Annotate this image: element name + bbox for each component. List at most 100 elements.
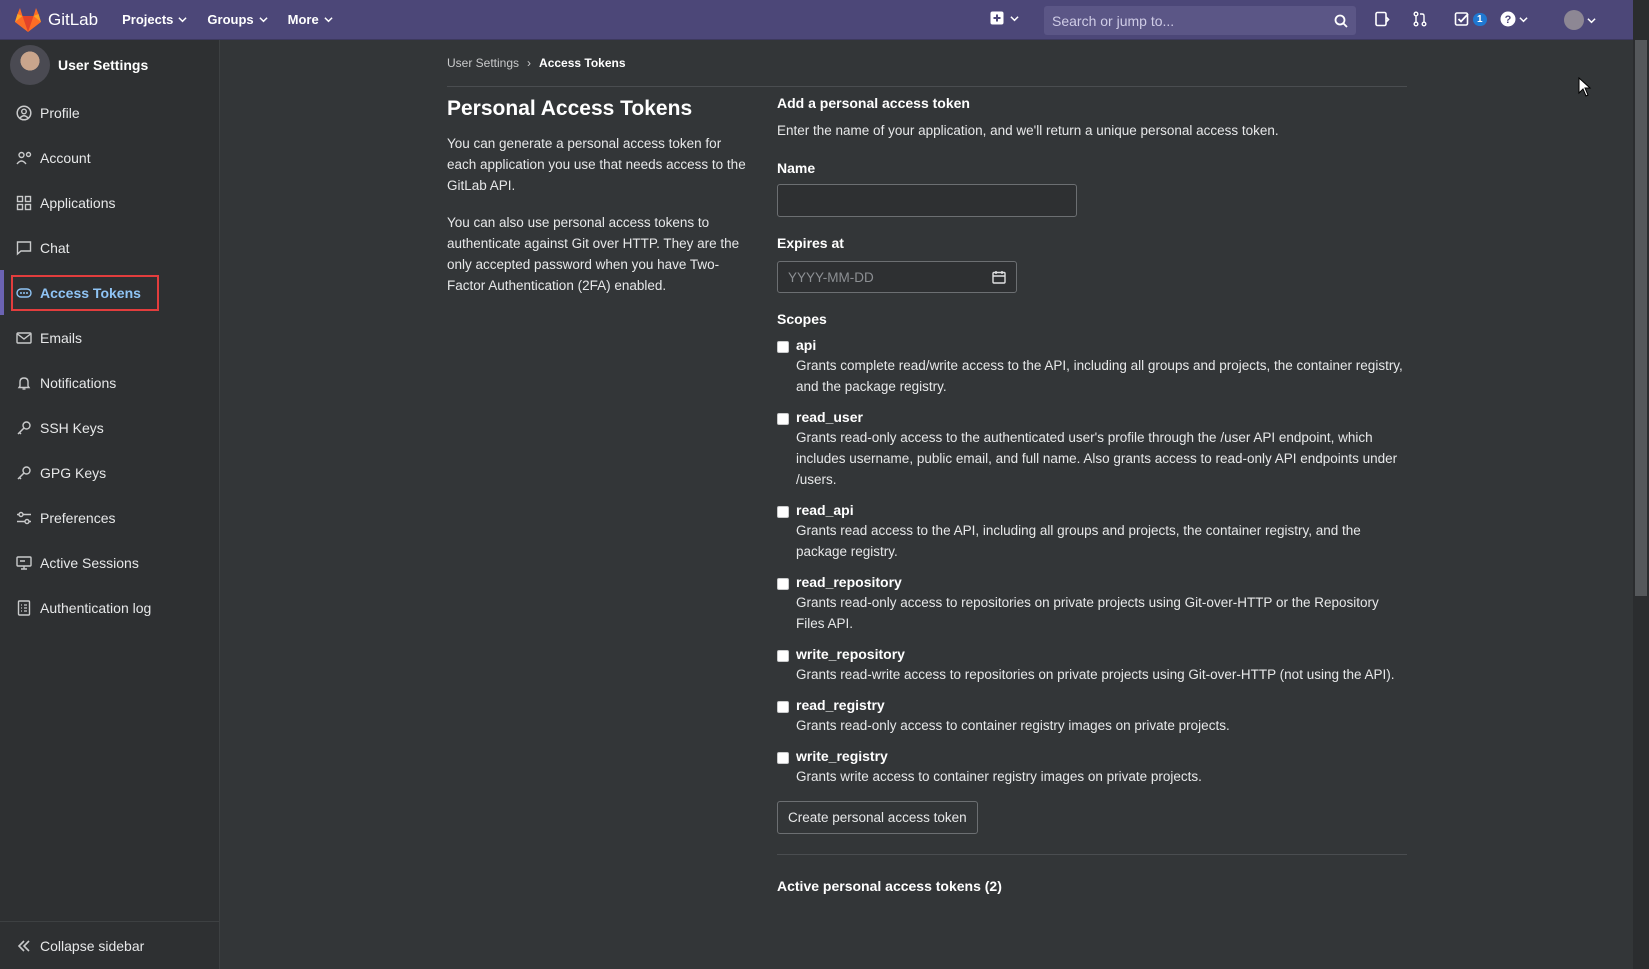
sidebar-item-chat[interactable]: Chat: [0, 225, 219, 270]
chat-icon: [16, 240, 32, 256]
sidebar-item-emails[interactable]: Emails: [0, 315, 219, 360]
sidebar-item-gpg-keys[interactable]: GPG Keys: [0, 450, 219, 495]
scope-read-api: read_api Grants read access to the API, …: [777, 502, 1407, 562]
breadcrumb-current[interactable]: Access Tokens: [539, 56, 626, 86]
page-scrollbar[interactable]: [1633, 0, 1649, 969]
scrollbar-thumb[interactable]: [1635, 40, 1647, 596]
projects-menu[interactable]: Projects: [122, 12, 188, 27]
more-menu[interactable]: More: [288, 12, 333, 27]
expires-at-field[interactable]: YYYY-MM-DD: [777, 261, 1017, 293]
scope-name[interactable]: read_repository: [796, 574, 1407, 590]
mail-icon: [16, 331, 32, 344]
sidebar-item-ssh-keys[interactable]: SSH Keys: [0, 405, 219, 450]
merge-request-icon: [1413, 11, 1427, 27]
scope-name[interactable]: read_api: [796, 502, 1407, 518]
name-label: Name: [777, 160, 816, 176]
sidebar-item-applications[interactable]: Applications: [0, 180, 219, 225]
plus-square-icon: [990, 11, 1004, 25]
scope-write-repository: write_repository Grants read-write acces…: [777, 646, 1407, 685]
profile-icon: [16, 104, 32, 121]
issues-icon: [1375, 11, 1390, 27]
issues-button[interactable]: [1374, 11, 1390, 27]
search-input[interactable]: [1052, 12, 1334, 29]
scope-checkbox[interactable]: [777, 752, 789, 764]
scope-name[interactable]: write_registry: [796, 748, 1202, 764]
scope-read-registry: read_registry Grants read-only access to…: [777, 697, 1407, 736]
token-form: Add a personal access token Enter the na…: [777, 95, 1407, 894]
groups-menu[interactable]: Groups: [207, 12, 268, 27]
sidebar-item-label: Account: [40, 149, 91, 166]
scope-read-user: read_user Grants read-only access to the…: [777, 409, 1407, 490]
help-menu[interactable]: ?: [1500, 11, 1528, 27]
search-box[interactable]: [1044, 6, 1356, 35]
token-name-field[interactable]: [777, 184, 1077, 217]
sidebar-item-label: Applications: [40, 194, 116, 211]
gitlab-logo-icon: [15, 7, 41, 32]
chevron-down-icon: [1010, 15, 1019, 21]
todos-button[interactable]: 1: [1454, 11, 1487, 27]
sidebar-item-label: SSH Keys: [40, 419, 104, 436]
highlight-box: [11, 275, 159, 311]
form-description: Enter the name of your application, and …: [777, 123, 1279, 138]
scope-name[interactable]: api: [796, 337, 1407, 353]
sidebar-item-label: Emails: [40, 329, 83, 346]
scope-read-repository: read_repository Grants read-only access …: [777, 574, 1407, 634]
help-icon: ?: [1500, 11, 1516, 27]
form-heading: Add a personal access token: [777, 95, 970, 111]
scope-checkbox[interactable]: [777, 506, 789, 518]
user-menu[interactable]: [1564, 10, 1596, 30]
scope-description: Grants read-only access to container reg…: [796, 718, 1230, 733]
sidebar-item-label: Authentication log: [40, 599, 152, 616]
scope-name[interactable]: write_repository: [796, 646, 1395, 662]
scope-api: api Grants complete read/write access to…: [777, 337, 1407, 397]
scope-write-registry: write_registry Grants write access to co…: [777, 748, 1407, 787]
chevron-down-icon: [1587, 17, 1596, 23]
todo-count-badge: 1: [1473, 12, 1487, 26]
intro-paragraph-2: You can also use personal access tokens …: [447, 215, 740, 293]
merge-requests-button[interactable]: [1412, 11, 1428, 27]
sidebar-item-label: Active Sessions: [40, 554, 139, 571]
intro-paragraph-1: You can generate a personal access token…: [447, 136, 746, 193]
collapse-sidebar-button[interactable]: Collapse sidebar: [0, 921, 219, 969]
scope-checkbox[interactable]: [777, 650, 789, 662]
sidebar-item-active-sessions[interactable]: Active Sessions: [0, 540, 219, 585]
scope-checkbox[interactable]: [777, 578, 789, 590]
sidebar-item-notifications[interactable]: Notifications: [0, 360, 219, 405]
sidebar-item-profile[interactable]: Profile: [0, 90, 219, 135]
calendar-icon[interactable]: [992, 270, 1006, 284]
sidebar-item-account[interactable]: Account: [0, 135, 219, 180]
page-title: Personal Access Tokens: [447, 97, 693, 120]
scope-description: Grants complete read/write access to the…: [796, 358, 1403, 394]
chevron-down-icon: [178, 17, 188, 23]
sidebar-item-authentication-log[interactable]: Authentication log: [0, 585, 219, 630]
scope-name[interactable]: read_registry: [796, 697, 1230, 713]
sidebar-nav: Profile Account Applications Chat Access…: [0, 90, 219, 630]
sidebar-item-label: GPG Keys: [40, 464, 107, 481]
chevron-down-icon: [259, 17, 268, 23]
key-icon: [17, 465, 31, 480]
sidebar-header[interactable]: User Settings: [0, 40, 219, 90]
gitlab-home-link[interactable]: GitLab: [14, 7, 98, 33]
new-dropdown-button[interactable]: [990, 11, 1019, 25]
create-token-button[interactable]: Create personal access token: [777, 801, 978, 834]
scope-checkbox[interactable]: [777, 413, 789, 425]
scope-description: Grants write access to container registr…: [796, 769, 1202, 784]
expires-placeholder: YYYY-MM-DD: [788, 269, 874, 285]
settings-sidebar: User Settings Profile Account Applicatio…: [0, 40, 220, 969]
breadcrumb-user-settings[interactable]: User Settings: [447, 56, 519, 86]
collapse-sidebar-label: Collapse sidebar: [40, 937, 145, 954]
double-chevron-left-icon: [17, 939, 30, 952]
top-navbar: GitLab Projects Groups More Search or ju…: [0, 0, 1649, 40]
more-menu-label: More: [287, 12, 319, 27]
bell-icon: [17, 376, 31, 390]
scope-description: Grants read access to the API, including…: [796, 523, 1361, 559]
sidebar-item-preferences[interactable]: Preferences: [0, 495, 219, 540]
scope-name[interactable]: read_user: [796, 409, 1407, 425]
todo-check-icon: [1454, 12, 1469, 26]
scope-checkbox[interactable]: [777, 341, 789, 353]
search-icon: [1334, 14, 1348, 28]
intro-column: Personal Access Tokens You can generate …: [447, 97, 747, 312]
sidebar-item-access-tokens[interactable]: Access Tokens: [0, 270, 219, 315]
mouse-cursor-icon: [1578, 77, 1592, 97]
scope-checkbox[interactable]: [777, 701, 789, 713]
